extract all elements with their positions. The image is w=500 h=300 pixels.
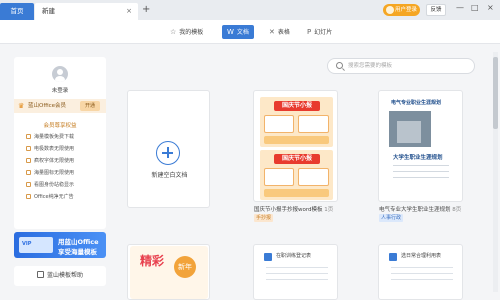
preview-line <box>391 279 453 280</box>
user-login-button[interactable]: 用户登录 <box>383 4 420 16</box>
promo-line-1: 用蓝山Office <box>58 238 99 246</box>
tab-new[interactable]: 新建 × <box>35 3 138 20</box>
preview-line <box>391 273 453 274</box>
word-icon: W <box>227 28 234 36</box>
vip-card-icon <box>19 237 53 253</box>
preview-header: 电气专业职业生涯规划 <box>391 100 442 106</box>
login-status[interactable]: 未登录 <box>14 86 106 94</box>
template-card-training-form[interactable]: 在职训练登记表 <box>253 244 338 300</box>
minimize-icon[interactable]: — <box>456 3 464 12</box>
template-card-career-plan[interactable]: 电气专业职业生涯规划 大学生职业生涯规划 <box>378 90 463 202</box>
poster-block <box>298 168 329 186</box>
word-icon <box>264 253 272 261</box>
template-preview-page: 国庆节小报 <box>260 150 333 200</box>
avatar[interactable] <box>52 66 68 82</box>
perk-icon <box>26 182 31 187</box>
plus-icon <box>156 141 180 165</box>
perk-item: 海量模板免费下载 <box>26 133 74 140</box>
perk-icon <box>26 158 31 163</box>
open-membership-button[interactable]: 开通 <box>80 101 100 111</box>
preview-line <box>393 171 449 172</box>
search-input[interactable] <box>348 61 468 71</box>
poster-badge: 新年 <box>174 256 196 278</box>
perk-item: 电极数表无限使用 <box>26 145 74 152</box>
perk-icon <box>26 194 31 199</box>
word-icon <box>389 253 397 261</box>
poster-block <box>298 115 329 133</box>
tab-spreadsheets-label: 表格 <box>277 29 290 36</box>
perk-icon <box>26 134 31 139</box>
crown-icon: ♛ <box>18 102 25 110</box>
template-card-national-day[interactable]: 国庆节小报 国庆节小报 <box>253 90 338 202</box>
tab-slides-label: 幻灯片 <box>314 29 333 36</box>
template-title[interactable]: 电气专业大学生职业生涯规划 8页 <box>379 205 461 213</box>
new-blank-document-card[interactable]: 新建空白文档 <box>127 90 210 208</box>
tab-spreadsheets[interactable]: ✕ 表格 <box>269 25 290 39</box>
poster-block <box>264 189 329 197</box>
vertical-scrollbar[interactable] <box>493 52 498 292</box>
scrollbar-thumb[interactable] <box>493 57 498 129</box>
template-tag[interactable]: 手抄报 <box>254 214 274 222</box>
avatar-icon <box>386 6 394 14</box>
tab-documents-label: 文档 <box>236 29 249 36</box>
tab-slides[interactable]: P 幻灯片 <box>307 25 332 39</box>
preview-line <box>393 165 449 166</box>
preview-title: 在职训练登记表 <box>276 253 312 259</box>
preview-line <box>266 267 328 268</box>
tab-documents[interactable]: W 文档 <box>222 25 254 39</box>
close-tab-icon[interactable]: × <box>126 3 132 20</box>
tab-my-templates[interactable]: ☆ 我的模板 <box>170 25 203 39</box>
new-blank-document-label: 新建空白文档 <box>151 172 188 179</box>
perk-item: 看图身份站稳显示 <box>26 181 74 188</box>
user-login-label: 用户登录 <box>395 7 418 13</box>
template-search[interactable] <box>327 58 475 74</box>
preview-title: 大学生职业生涯规划 <box>393 155 443 161</box>
perk-item: Office纯净无广告 <box>26 193 74 200</box>
template-card-usage-form[interactable]: 选日常合理利用表 <box>378 244 463 300</box>
slides-icon: P <box>307 28 312 36</box>
preview-line <box>391 267 453 268</box>
poster-title: 国庆节小报 <box>274 154 320 164</box>
vip-promo-banner[interactable]: 用蓝山Office 享受海量模板 <box>14 232 106 258</box>
promo-line-2: 享受海量模板 <box>58 248 97 256</box>
close-window-icon[interactable]: × <box>487 3 494 12</box>
template-preview-page: 国庆节小报 <box>260 97 333 147</box>
table-icon: ✕ <box>269 28 275 36</box>
preview-line <box>266 273 328 274</box>
template-help-button[interactable]: 蓝山模板帮助 <box>14 266 106 286</box>
template-title[interactable]: 国庆节小报手抄报word模板 1页 <box>254 205 333 213</box>
preview-line <box>266 279 328 280</box>
preview-line <box>393 177 449 178</box>
poster-block <box>264 168 294 186</box>
category-toolbar: ☆ 我的模板 W 文档 ✕ 表格 P 幻灯片 <box>0 20 500 44</box>
preview-photo <box>389 111 431 147</box>
title-bar: 首页 新建 × + 用户登录 反馈 — □ × <box>0 0 500 20</box>
template-preview-page: 电气专业职业生涯规划 大学生职业生涯规划 <box>385 95 458 195</box>
help-label: 蓝山模板帮助 <box>46 272 83 279</box>
membership-row: ♛ 蓝山Office会员 开通 <box>14 99 106 113</box>
perk-icon <box>26 146 31 151</box>
star-icon: ☆ <box>170 28 177 36</box>
template-card-poster[interactable]: 精彩 新年 <box>130 246 208 299</box>
poster-title: 精彩 <box>140 254 165 268</box>
account-sidebar: 未登录 ♛ 蓝山Office会员 开通 会员尊享权益 海量模板免费下载 电极数表… <box>14 57 106 229</box>
tab-home[interactable]: 首页 <box>0 3 34 20</box>
tab-new-label: 新建 <box>42 7 55 15</box>
tab-my-templates-label: 我的模板 <box>179 29 204 36</box>
poster-block <box>264 136 329 144</box>
perk-icon <box>26 170 31 175</box>
feedback-button[interactable]: 反馈 <box>426 4 446 16</box>
membership-label: 蓝山Office会员 <box>28 103 67 109</box>
preview-title: 选日常合理利用表 <box>401 253 442 259</box>
search-icon <box>336 62 343 69</box>
new-tab-icon[interactable]: + <box>142 4 150 16</box>
template-tag[interactable]: 人事行政 <box>379 214 404 222</box>
maximize-icon[interactable]: □ <box>471 3 479 12</box>
poster-block <box>264 115 294 133</box>
perk-item: 海量图标无限使用 <box>26 169 74 176</box>
perk-item: 疯权字体无限使用 <box>26 157 74 164</box>
poster-title: 国庆节小报 <box>274 101 320 111</box>
help-icon <box>36 271 44 278</box>
perks-title: 会员尊享权益 <box>43 123 77 129</box>
